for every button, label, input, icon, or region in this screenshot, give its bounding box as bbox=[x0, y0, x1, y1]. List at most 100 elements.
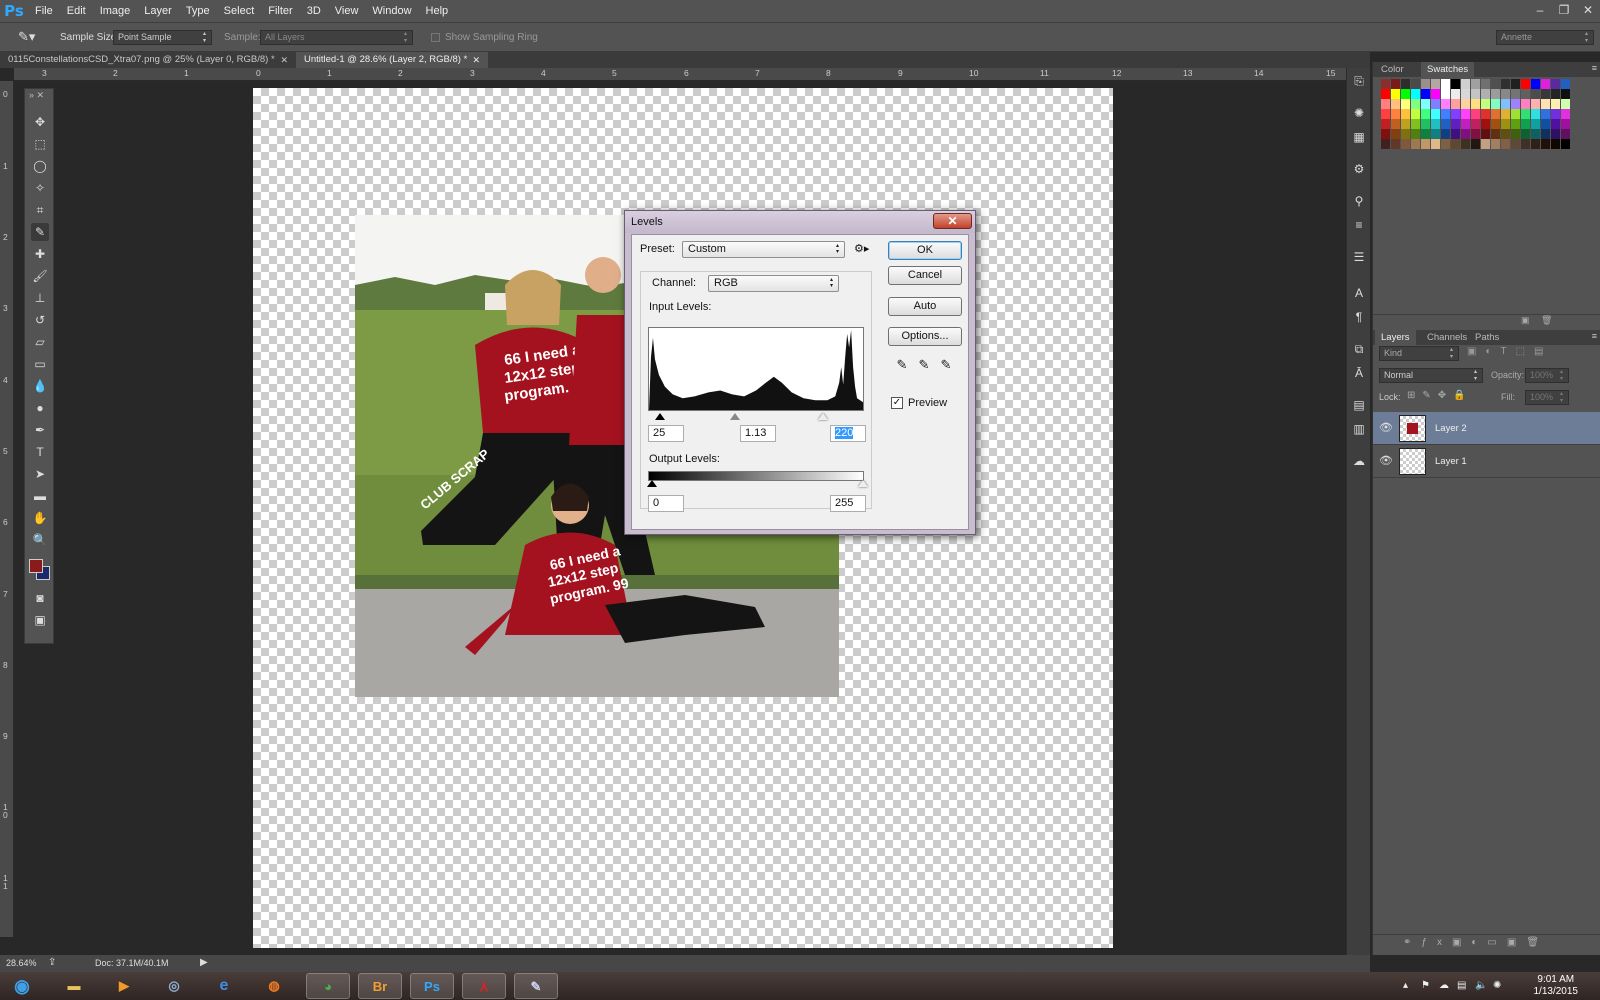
healing-brush-tool-icon[interactable]: ✚ bbox=[31, 245, 49, 263]
color-swatch[interactable] bbox=[1501, 99, 1511, 109]
character-panel-icon[interactable]: A bbox=[1350, 284, 1368, 302]
color-swatch[interactable] bbox=[1451, 109, 1461, 119]
color-swatch[interactable] bbox=[1541, 119, 1551, 129]
acrobat-icon[interactable]: ⅄ bbox=[462, 973, 506, 999]
color-swatch[interactable] bbox=[1401, 119, 1411, 129]
color-swatch[interactable] bbox=[1541, 89, 1551, 99]
layers-footer-icons[interactable]: ⚭ƒx▣◐▭▣🗑 bbox=[1373, 934, 1600, 952]
adjustments-icon[interactable]: ≡ bbox=[1350, 216, 1368, 234]
color-swatch[interactable] bbox=[1431, 119, 1441, 129]
output-white-field[interactable]: 255 bbox=[830, 495, 866, 512]
paragraph-styles-icon[interactable]: Ā bbox=[1350, 364, 1368, 382]
restore-button[interactable]: ❐ bbox=[1552, 0, 1576, 22]
color-swatch[interactable] bbox=[1441, 99, 1451, 109]
tab-paths[interactable]: Paths bbox=[1469, 330, 1505, 345]
tab-channels[interactable]: Channels bbox=[1421, 330, 1473, 345]
color-swatch[interactable] bbox=[1541, 99, 1551, 109]
color-swatch[interactable] bbox=[1511, 129, 1521, 139]
color-swatch[interactable] bbox=[1401, 79, 1411, 89]
color-swatch[interactable] bbox=[1421, 139, 1431, 149]
color-swatch[interactable] bbox=[1491, 139, 1501, 149]
color-swatch[interactable] bbox=[1491, 99, 1501, 109]
color-swatch[interactable] bbox=[1451, 99, 1461, 109]
tray-cloud-icon[interactable]: ☁ bbox=[1439, 980, 1449, 991]
color-swatch[interactable] bbox=[1561, 129, 1571, 139]
bridge-app[interactable]: Br bbox=[358, 973, 402, 999]
internet-explorer-icon[interactable]: e bbox=[202, 973, 246, 999]
color-swatch[interactable] bbox=[1461, 89, 1471, 99]
tab-layers[interactable]: Layers bbox=[1375, 330, 1416, 345]
close-icon[interactable]: ✕ bbox=[472, 52, 480, 68]
color-swatch[interactable] bbox=[1561, 109, 1571, 119]
color-swatch[interactable] bbox=[1501, 79, 1511, 89]
color-swatch[interactable] bbox=[1431, 79, 1441, 89]
info-icon[interactable]: ▥ bbox=[1350, 420, 1368, 438]
foreground-color-swatch[interactable] bbox=[29, 559, 43, 573]
marquee-tool-icon[interactable]: ⬚ bbox=[31, 135, 49, 153]
menu-edit[interactable]: Edit bbox=[60, 0, 93, 22]
color-swatch[interactable] bbox=[1401, 89, 1411, 99]
menu-type[interactable]: Type bbox=[179, 0, 217, 22]
color-swatch[interactable] bbox=[1511, 139, 1521, 149]
workspace-select[interactable]: Annette bbox=[1496, 30, 1594, 45]
input-white-slider[interactable] bbox=[818, 413, 828, 420]
color-swatch[interactable] bbox=[1481, 99, 1491, 109]
minimize-button[interactable]: – bbox=[1528, 0, 1552, 22]
color-swatch[interactable] bbox=[1521, 129, 1531, 139]
color-swatch[interactable] bbox=[1421, 129, 1431, 139]
color-swatch[interactable] bbox=[1561, 139, 1571, 149]
color-swatch[interactable] bbox=[1461, 139, 1471, 149]
magic-wand-tool-icon[interactable]: ✧ bbox=[31, 179, 49, 197]
tab-untitled-1[interactable]: Untitled-1 @ 28.6% (Layer 2, RGB/8) * ✕ bbox=[296, 52, 488, 68]
color-swatch[interactable] bbox=[1421, 119, 1431, 129]
pen-tool-icon[interactable]: ✒ bbox=[31, 421, 49, 439]
brush-presets-icon[interactable]: ▦ bbox=[1350, 128, 1368, 146]
color-swatch[interactable] bbox=[1381, 99, 1391, 109]
color-swatch[interactable] bbox=[1521, 109, 1531, 119]
color-swatch[interactable] bbox=[1461, 79, 1471, 89]
color-swatch[interactable] bbox=[1491, 79, 1501, 89]
cancel-button[interactable]: Cancel bbox=[888, 266, 962, 285]
color-swatch[interactable] bbox=[1541, 79, 1551, 89]
color-swatch[interactable] bbox=[1471, 129, 1481, 139]
eraser-tool-icon[interactable]: ▱ bbox=[31, 333, 49, 351]
color-swatch[interactable] bbox=[1531, 129, 1541, 139]
color-swatch[interactable] bbox=[1461, 119, 1471, 129]
delete-swatch-icon[interactable]: 🗑 bbox=[1541, 315, 1552, 326]
color-swatch[interactable] bbox=[1531, 109, 1541, 119]
tab-constellations[interactable]: 0115ConstellationsCSD_Xtra07.png @ 25% (… bbox=[0, 52, 296, 68]
color-swatch[interactable] bbox=[1441, 129, 1451, 139]
fill-input[interactable]: 100% bbox=[1525, 390, 1569, 405]
color-swatch[interactable] bbox=[1531, 119, 1541, 129]
color-swatch[interactable] bbox=[1421, 109, 1431, 119]
crop-tool-icon[interactable]: ⌗ bbox=[31, 201, 49, 219]
sample-size-select[interactable]: Point Sample bbox=[113, 30, 212, 45]
color-swatch[interactable] bbox=[1551, 79, 1561, 89]
color-swatch[interactable] bbox=[1471, 119, 1481, 129]
color-swatch[interactable] bbox=[1561, 89, 1571, 99]
swatches-grid[interactable] bbox=[1373, 79, 1600, 229]
input-gamma-field[interactable]: 1.13 bbox=[740, 425, 776, 442]
color-swatch[interactable] bbox=[1551, 119, 1561, 129]
color-swatch[interactable] bbox=[1421, 89, 1431, 99]
menu-layer[interactable]: Layer bbox=[137, 0, 179, 22]
color-swatch[interactable] bbox=[1441, 89, 1451, 99]
share-icon[interactable]: ⇪ bbox=[48, 957, 56, 968]
color-swatch[interactable] bbox=[1511, 79, 1521, 89]
color-swatch[interactable] bbox=[1391, 129, 1401, 139]
dialog-close-button[interactable]: ✕ bbox=[933, 213, 972, 229]
color-swatch[interactable] bbox=[1531, 139, 1541, 149]
color-swatch[interactable] bbox=[1381, 89, 1391, 99]
path-selection-tool-icon[interactable]: ➤ bbox=[31, 465, 49, 483]
quick-mask-icon[interactable]: ◙ bbox=[31, 589, 49, 607]
color-swatch[interactable] bbox=[1461, 129, 1471, 139]
menu-filter[interactable]: Filter bbox=[261, 0, 299, 22]
color-swatch[interactable] bbox=[1521, 139, 1531, 149]
preset-select[interactable]: Custom bbox=[682, 241, 845, 258]
color-swatch[interactable] bbox=[1421, 99, 1431, 109]
layer-name[interactable]: Layer 2 bbox=[1435, 423, 1467, 434]
color-swatch[interactable] bbox=[1521, 119, 1531, 129]
new-swatch-icon[interactable]: ▣ bbox=[1521, 315, 1530, 326]
color-swatch[interactable] bbox=[1401, 139, 1411, 149]
color-swatch[interactable] bbox=[1551, 109, 1561, 119]
